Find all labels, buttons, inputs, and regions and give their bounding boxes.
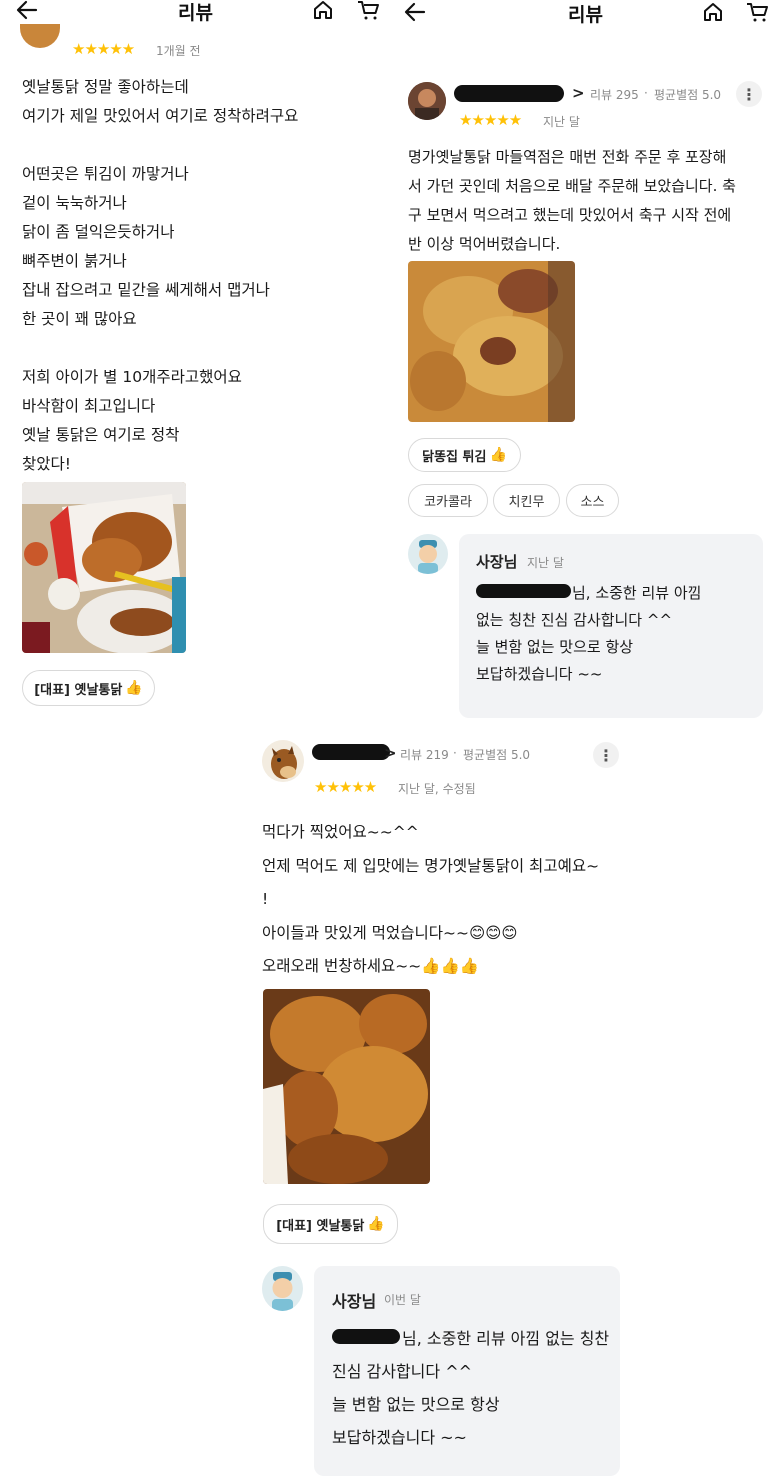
owner-avatar [262, 1266, 303, 1311]
redacted-username [312, 744, 390, 760]
menu-chip-label: 코카콜라 [424, 495, 472, 510]
review-count: 리뷰 219 [400, 748, 449, 762]
reviewer-avatar[interactable] [262, 740, 304, 782]
menu-chip-label: 닭똥집 튀김 [422, 449, 487, 465]
review-text: 명가옛날통닭 마들역점은 매번 전화 주문 후 포장해 서 가던 곳인데 처음으… [408, 148, 736, 253]
menu-chip[interactable]: [대표] 옛날통닭 👍 [263, 1204, 398, 1244]
owner-reply: 사장님 이번 달 님, 소중한 리뷰 아낌 없는 칭찬 진심 감사합니다 ^^ … [314, 1266, 620, 1476]
arrow-left-icon[interactable] [404, 2, 426, 22]
review-photo[interactable] [22, 482, 186, 653]
review-date: 1개월 전 [156, 44, 201, 58]
reviewer-avatar[interactable] [20, 24, 60, 48]
thumbs-up-icon: 👍 [489, 447, 507, 463]
reviewer-avatar[interactable] [408, 82, 446, 120]
chevron-right-icon[interactable]: > [384, 744, 397, 762]
rating-stars: ★★★★★ [459, 111, 522, 129]
review-card: ★★★★★ 1개월 전 옛날통닭 정말 좋아하는데 여기가 제일 맛있어서 여기… [0, 0, 390, 715]
owner-name: 사장님 [476, 553, 518, 571]
owner-avatar [408, 534, 448, 574]
review-date: 지난 달, 수정됨 [398, 782, 476, 796]
average-rating: 평균별점 5.0 [654, 88, 722, 102]
rating-stars: ★★★★★ [72, 40, 135, 58]
menu-chip-label: [대표] 옛날통닭 [276, 1218, 365, 1234]
menu-chip[interactable]: 닭똥집 튀김 👍 [408, 438, 521, 472]
review-text: 먹다가 찍었어요~~^^ 언제 먹어도 제 입맛에는 명가옛날통닭이 최고예요~… [262, 823, 600, 975]
menu-chip[interactable]: 치킨무 [493, 484, 560, 517]
menu-chip[interactable]: 소스 [566, 484, 619, 517]
owner-name: 사장님 [332, 1292, 377, 1311]
thumbs-up-icon: 👍 [367, 1216, 385, 1232]
reply-text: 님, 소중한 리뷰 아낌 없는 칭찬 진심 감사합니다 ^^ 늘 변함 없는 맛… [332, 1329, 610, 1447]
menu-chip-label: [대표] 옛날통닭 [34, 682, 123, 698]
home-icon[interactable] [702, 2, 724, 22]
review-photo[interactable] [263, 989, 430, 1184]
reply-date: 지난 달 [527, 556, 564, 570]
more-options-icon[interactable]: ⋮ [593, 742, 619, 768]
thumbs-up-icon: 👍 [125, 680, 143, 696]
rating-stars: ★★★★★ [314, 778, 377, 796]
header-right: 리뷰 [392, 0, 781, 26]
reply-text: 님, 소중한 리뷰 아낌 없는 칭찬 진심 감사합니다 ^^ 늘 변함 없는 맛… [476, 584, 702, 683]
redacted-username [454, 85, 564, 102]
review-text: 옛날통닭 정말 좋아하는데 여기가 제일 맛있어서 여기로 정착하려구요 어떤곳… [22, 78, 299, 473]
review-photo[interactable] [408, 261, 575, 422]
page-title: 리뷰 [568, 4, 603, 26]
review-card: > 리뷰 219 · 평균별점 5.0 ⋮ ★★★★★ 지난 달, 수정됨 먹다… [248, 728, 638, 1476]
reply-date: 이번 달 [384, 1293, 421, 1307]
review-count: 리뷰 295 [590, 88, 639, 102]
menu-chip-label: 치킨무 [508, 495, 545, 510]
menu-chip-label: 소스 [580, 495, 605, 510]
more-options-icon[interactable]: ⋮ [736, 81, 762, 107]
cart-icon[interactable] [746, 2, 770, 22]
separator-dot: · [453, 746, 457, 760]
separator-dot: · [644, 86, 648, 100]
menu-chip[interactable]: 코카콜라 [408, 484, 488, 517]
review-card: > 리뷰 295 · 평균별점 5.0 ⋮ ★★★★★ 지난 달 명가옛날통닭 … [392, 70, 781, 720]
menu-chip[interactable]: [대표] 옛날통닭 👍 [22, 670, 155, 706]
review-date: 지난 달 [543, 115, 580, 129]
average-rating: 평균별점 5.0 [463, 748, 531, 762]
chevron-right-icon[interactable]: > [572, 84, 585, 102]
owner-reply: 사장님 지난 달 님, 소중한 리뷰 아낌 없는 칭찬 진심 감사합니다 ^^ … [459, 534, 763, 718]
